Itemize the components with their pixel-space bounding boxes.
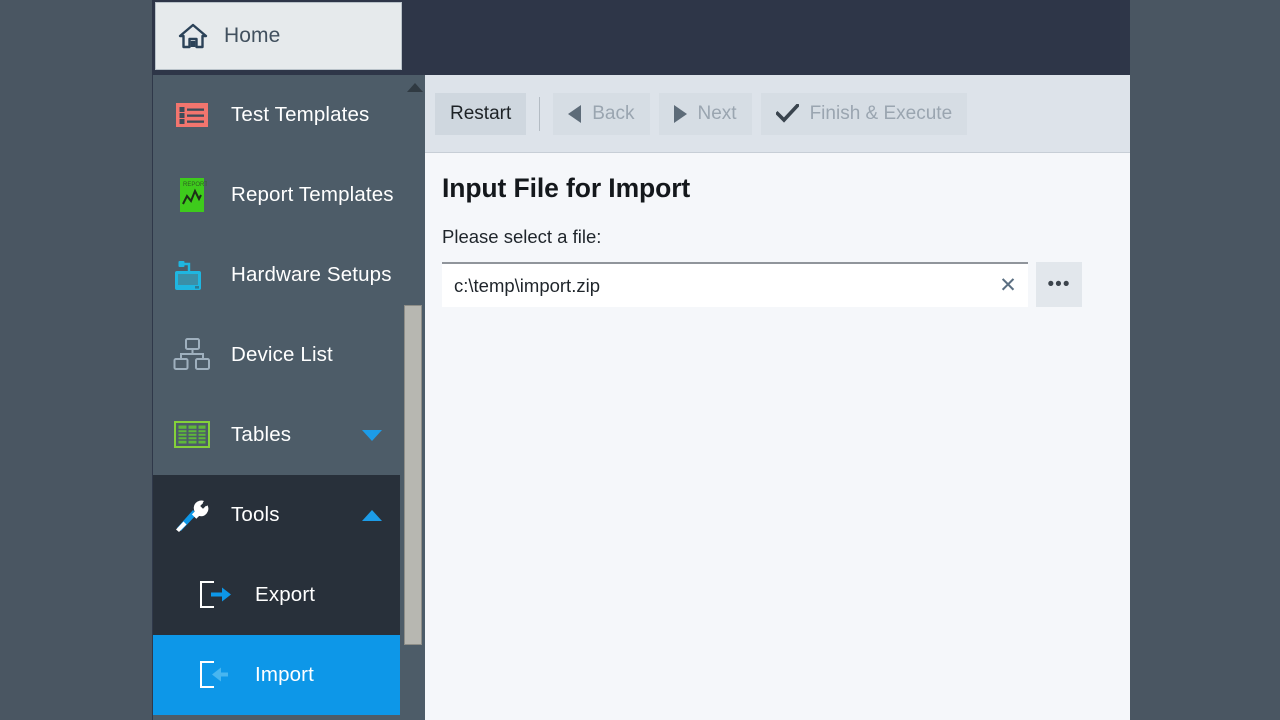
- sidebar-item-hardware-setups[interactable]: Hardware Setups: [153, 235, 400, 315]
- content-pane: Restart Back Next Finish & Execute Input…: [425, 75, 1130, 720]
- file-field-label: Please select a file:: [442, 226, 602, 247]
- sidebar-item-device-list[interactable]: Device List: [153, 315, 400, 395]
- clear-icon[interactable]: ✕: [988, 264, 1028, 307]
- tab-home-label: Home: [224, 24, 281, 47]
- browse-button[interactable]: •••: [1036, 262, 1082, 307]
- sidebar-scrollbar-thumb[interactable]: [404, 305, 422, 645]
- back-button-label: Back: [592, 102, 635, 124]
- wizard-toolbar: Restart Back Next Finish & Execute: [425, 75, 1130, 153]
- back-button[interactable]: Back: [553, 92, 650, 135]
- scroll-up-arrow-icon[interactable]: [407, 83, 423, 92]
- list-icon: [173, 96, 211, 134]
- application-window: Home Test Templates REPORT Report Templa…: [152, 0, 1130, 720]
- sidebar-item-report-templates[interactable]: REPORT Report Templates: [153, 155, 400, 235]
- report-icon: REPORT: [173, 176, 211, 214]
- file-path-input[interactable]: c:\temp\import.zip ✕: [442, 262, 1028, 307]
- desktop-background: Home Test Templates REPORT Report Templa…: [0, 0, 1280, 720]
- sidebar-item-label: Import: [255, 663, 314, 686]
- export-icon: [197, 576, 235, 614]
- triangle-left-icon: [568, 104, 582, 123]
- browse-button-label: •••: [1047, 273, 1071, 295]
- sidebar-item-tools[interactable]: Tools: [153, 475, 400, 555]
- sidebar-item-label: Tools: [231, 503, 280, 526]
- sidebar-item-label: Export: [255, 583, 316, 606]
- sidebar-item-export[interactable]: Export: [153, 555, 400, 635]
- file-path-value: c:\temp\import.zip: [454, 274, 600, 296]
- sidebar-item-label: Tables: [231, 423, 292, 446]
- next-button[interactable]: Next: [658, 92, 752, 135]
- chevron-up-icon[interactable]: [362, 509, 382, 521]
- finish-execute-button[interactable]: Finish & Execute: [760, 92, 968, 135]
- sidebar-item-import[interactable]: Import: [153, 635, 400, 715]
- import-icon: [197, 656, 235, 694]
- sidebar-item-label: Device List: [231, 343, 333, 366]
- triangle-right-icon: [673, 104, 687, 123]
- chevron-down-icon[interactable]: [362, 429, 382, 441]
- sidebar-navigation: Test Templates REPORT Report Templates H…: [153, 75, 425, 720]
- page-title: Input File for Import: [442, 173, 691, 203]
- home-icon: [178, 23, 208, 49]
- sidebar-item-label: Report Templates: [231, 183, 394, 206]
- file-selection-row: c:\temp\import.zip ✕ •••: [442, 262, 1112, 307]
- next-button-label: Next: [697, 102, 737, 124]
- tab-home[interactable]: Home: [155, 2, 402, 70]
- monitor-icon: [173, 256, 211, 294]
- wizard-body: Input File for Import Please select a fi…: [425, 153, 1130, 307]
- sidebar-item-label: Hardware Setups: [231, 263, 392, 286]
- sidebar-item-label: Test Templates: [231, 103, 370, 126]
- window-header-band: Home: [152, 0, 1130, 75]
- devices-icon: [173, 336, 211, 374]
- svg-text:REPORT: REPORT: [183, 182, 207, 188]
- sidebar-item-test-templates[interactable]: Test Templates: [153, 75, 400, 155]
- table-icon: [173, 416, 211, 454]
- restart-button[interactable]: Restart: [435, 92, 527, 135]
- toolbar-separator: [539, 96, 541, 131]
- checkmark-icon: [775, 104, 799, 123]
- tools-icon: [173, 496, 211, 534]
- finish-execute-label: Finish & Execute: [809, 102, 953, 124]
- sidebar-item-tables[interactable]: Tables: [153, 395, 400, 475]
